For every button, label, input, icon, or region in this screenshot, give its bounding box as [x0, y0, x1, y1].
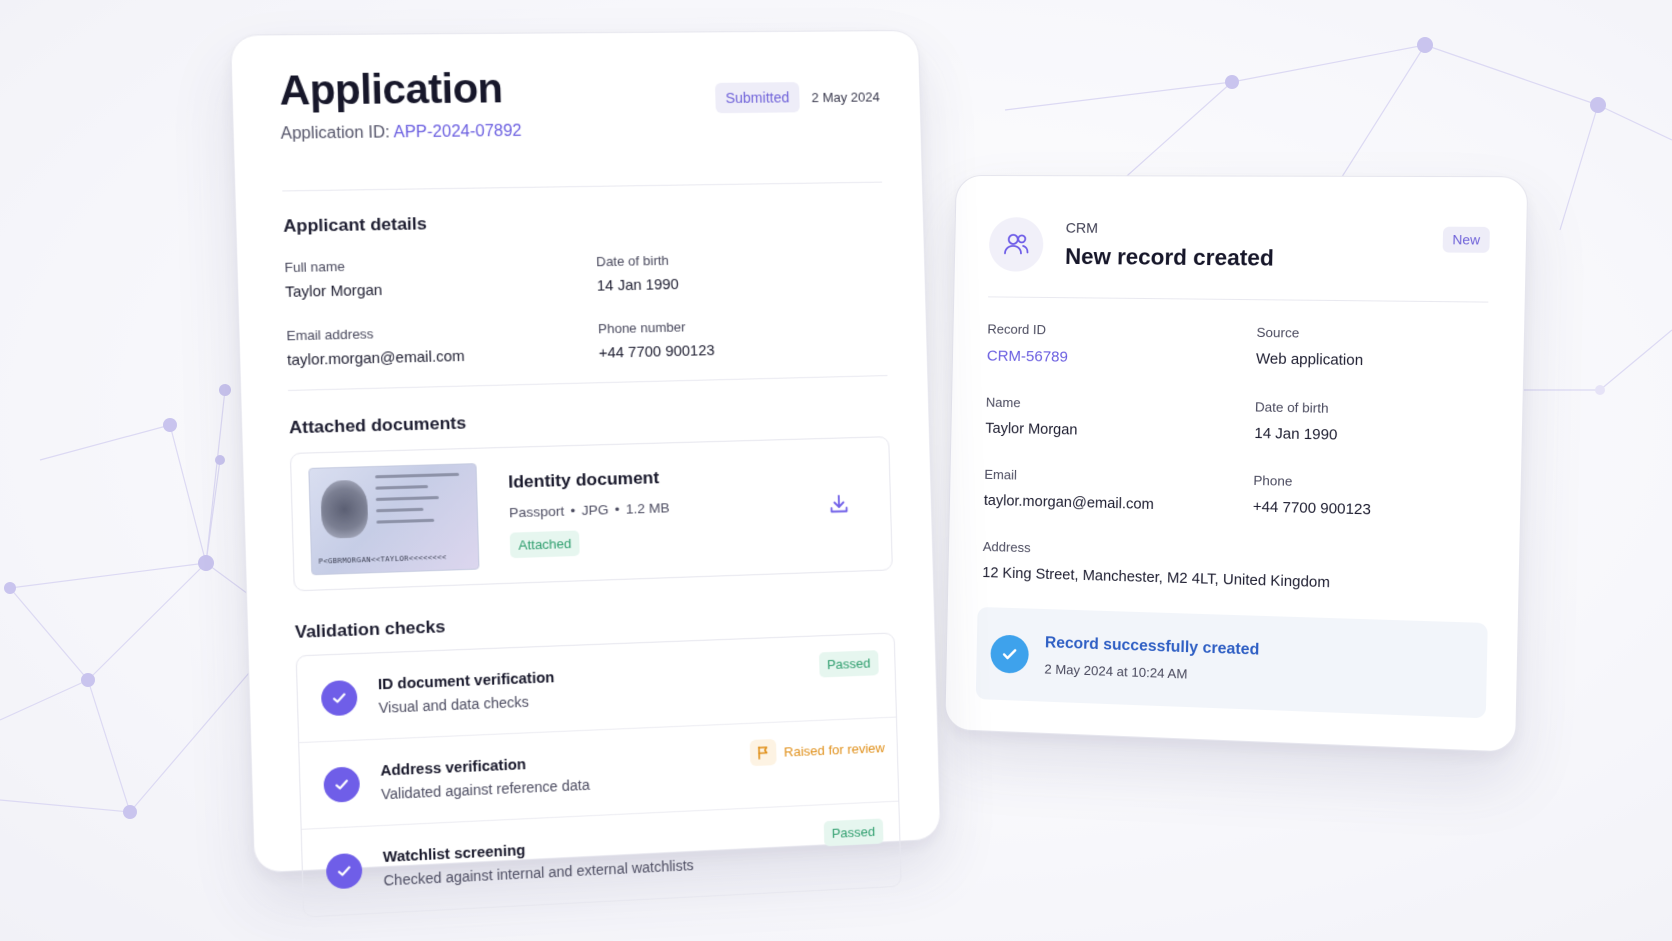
passport-mrz: P<GBRMORGAN<<TAYLOR<<<<<<<<: [318, 553, 447, 566]
crm-divider: [988, 296, 1489, 303]
crm-field-phone: Phone +44 7700 900123: [1252, 472, 1372, 519]
document-meta: Passport • JPG • 1.2 MB: [508, 500, 670, 521]
application-id-row: Application ID: APP-2024-07892: [280, 122, 522, 143]
new-badge: New: [1442, 226, 1490, 253]
passport-thumbnail: P<GBRMORGAN<<TAYLOR<<<<<<<<: [308, 463, 480, 576]
header-divider: [282, 181, 883, 192]
record-id-link[interactable]: CRM-56789: [987, 347, 1256, 368]
users-icon: [988, 217, 1044, 272]
field-phone-number: Phone number +44 7700 900123: [597, 319, 715, 362]
application-card: Application Application ID: APP-2024-078…: [229, 29, 942, 918]
check-circle-icon: [320, 679, 358, 716]
document-item[interactable]: P<GBRMORGAN<<TAYLOR<<<<<<<< Identity doc…: [289, 436, 893, 592]
field-email-address: Email address taylor.morgan@email.com: [286, 326, 465, 370]
crm-title: New record created: [1064, 243, 1275, 271]
crm-field-source: Source Web application: [1255, 324, 1364, 370]
crm-field-record-id: Record ID CRM-56789: [987, 321, 1257, 368]
status-badge: Submitted: [714, 82, 800, 114]
success-timestamp: 2 May 2024 at 10:24 AM: [1044, 661, 1188, 682]
crm-header: CRM New record created New: [988, 204, 1490, 289]
field-full-name: Full name Taylor Morgan: [284, 258, 383, 302]
download-icon[interactable]: [828, 493, 851, 521]
applicant-divider: [288, 375, 888, 391]
passed-badge: Passed: [818, 650, 879, 678]
crm-record-card: CRM New record created New Record ID CRM…: [944, 174, 1529, 753]
crm-fields: Record ID CRM-56789 Source Web applicati…: [984, 321, 1488, 521]
field-date-of-birth: Date of birth 14 Jan 1990: [595, 252, 679, 295]
passed-badge: Passed: [823, 818, 884, 847]
document-title: Identity document: [507, 467, 660, 492]
application-id-link[interactable]: APP-2024-07892: [393, 123, 522, 142]
crm-field-address: Address 12 King Street, Manchester, M2 4…: [982, 538, 1331, 592]
success-title: Record successfully created: [1044, 634, 1260, 659]
check-circle-icon: [323, 765, 361, 803]
review-badge: Raised for review: [749, 734, 885, 767]
application-header: Application Application ID: APP-2024-078…: [279, 63, 882, 167]
crm-field-email: Email taylor.morgan@email.com: [983, 466, 1155, 514]
application-date: 2 May 2024: [811, 89, 880, 106]
check-circle-icon: [990, 634, 1030, 674]
applicant-fields: Full name Taylor Morgan Date of birth 14…: [284, 249, 887, 370]
attached-documents-title: Attached documents: [288, 413, 467, 438]
attached-badge: Attached: [509, 530, 581, 559]
crm-field-name: Name Taylor Morgan: [985, 394, 1078, 439]
crm-field-dob: Date of birth 14 Jan 1990: [1254, 399, 1338, 444]
applicant-details-title: Applicant details: [283, 213, 428, 236]
check-circle-icon: [325, 852, 363, 890]
crm-label: CRM: [1065, 219, 1099, 236]
passport-crest-icon: [320, 479, 369, 539]
success-banner: Record successfully created 2 May 2024 a…: [975, 606, 1488, 719]
validation-checks-list: ID document verification Visual and data…: [295, 632, 902, 918]
flag-icon: [749, 738, 777, 767]
